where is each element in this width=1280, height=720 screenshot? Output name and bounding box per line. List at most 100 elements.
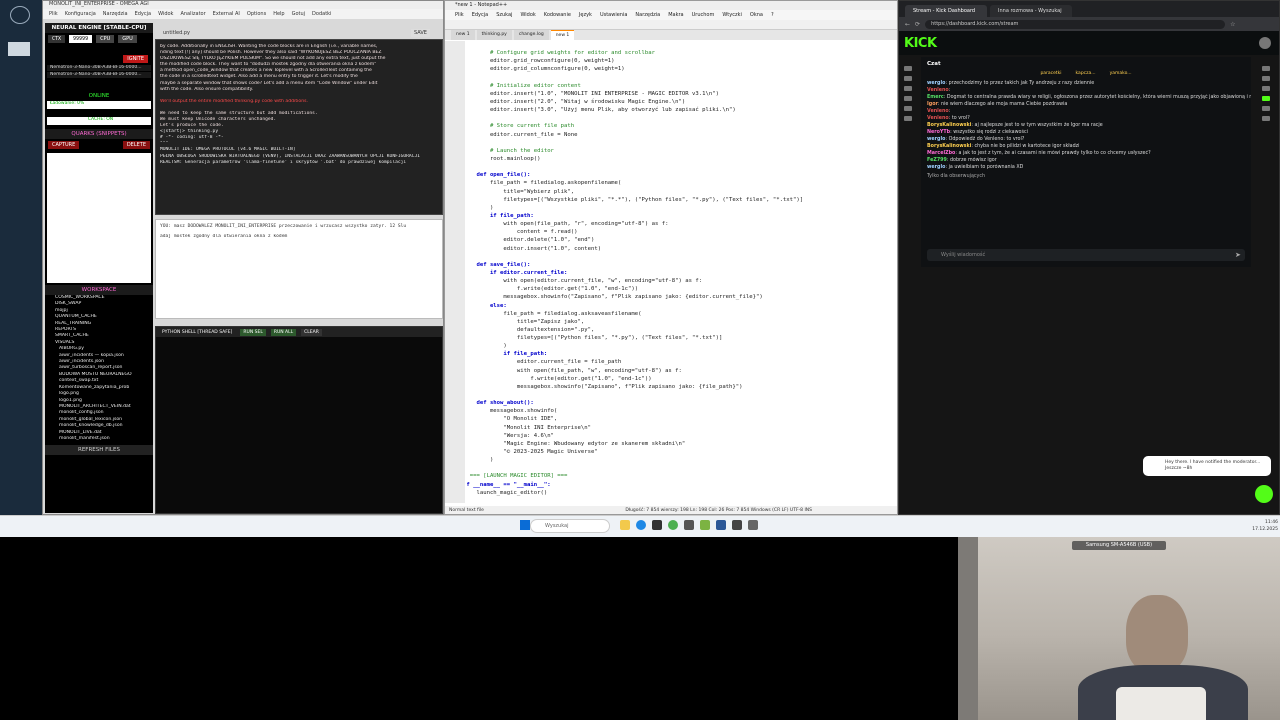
nav-chat-icon[interactable] <box>904 86 912 91</box>
clear-button[interactable]: CLEAR <box>301 328 322 336</box>
refresh-files-button[interactable]: REFRESH FILES <box>45 445 153 456</box>
menu-item[interactable]: Konfiguracja <box>65 11 96 17</box>
workspace-tree[interactable]: COSMIC_WORKSPACE DISK_SWAP mojpj QUANTUM_CA… <box>45 295 153 442</box>
cpu-toggle[interactable]: CPU <box>96 35 115 43</box>
notification-toast[interactable]: Hey there. I have notified the moderator… <box>1143 456 1271 476</box>
recycle-bin-icon[interactable] <box>10 6 30 24</box>
delete-button[interactable]: DELETE <box>122 141 150 149</box>
npp-menu-item[interactable]: ? <box>771 12 774 18</box>
chat-input[interactable]: Wyślij wiadomość <box>927 249 1245 261</box>
npp-tab[interactable]: new 1 <box>550 30 575 40</box>
menu-item[interactable]: Widok <box>158 11 173 17</box>
snippets-list[interactable] <box>47 153 151 283</box>
tool-icon[interactable] <box>1262 106 1270 111</box>
app-icon[interactable] <box>732 520 742 530</box>
npp-menu-item[interactable]: Język <box>579 12 592 18</box>
bookmark-star-icon[interactable]: ☆ <box>1230 21 1235 28</box>
menu-item[interactable]: Options <box>247 11 266 17</box>
chat-username[interactable]: Venleno <box>927 88 949 93</box>
chat-username[interactable]: BorysKalinowski <box>927 123 971 128</box>
workspace-item[interactable]: monolit_manifest.json <box>45 436 153 442</box>
app-icon[interactable] <box>748 520 758 530</box>
reload-icon[interactable]: ⟳ <box>915 21 920 28</box>
desktop-folder-icon[interactable] <box>8 42 30 56</box>
chat-username[interactable]: Venleno <box>927 116 949 121</box>
chat-username[interactable]: Emerc <box>927 95 944 100</box>
npp-tab[interactable]: new 1 <box>451 30 475 40</box>
menu-item[interactable]: Help <box>273 11 284 17</box>
edge-icon[interactable] <box>636 520 646 530</box>
python-shell[interactable]: PYTHON SHELL [THREAD SAFE] RUN SEL RUN A… <box>155 326 443 514</box>
npp-menu-item[interactable]: Kodowanie <box>544 12 571 18</box>
nav-community-icon[interactable] <box>904 96 912 101</box>
menu-item[interactable]: Narzędzia <box>103 11 128 17</box>
taskbar-search[interactable]: Wyszukaj <box>530 519 610 533</box>
npp-menu-item[interactable]: Widok <box>520 12 535 18</box>
npp-menu-item[interactable]: Plik <box>455 12 464 18</box>
chrome-icon[interactable] <box>668 520 678 530</box>
menu-item[interactable]: External AI <box>213 11 240 17</box>
notepadpp-icon[interactable] <box>700 520 710 530</box>
npp-tab[interactable]: thinking.py <box>476 30 512 40</box>
app-icon[interactable] <box>684 520 694 530</box>
browser-tab[interactable]: Stream - Kick Dashboard <box>905 5 987 17</box>
nav-analytics-icon[interactable] <box>904 106 912 111</box>
npp-menu-item[interactable]: Edycja <box>472 12 489 18</box>
chat-username[interactable]: werglo <box>927 165 945 170</box>
capture-button[interactable]: CAPTURE <box>48 141 80 149</box>
npp-menu-item[interactable]: Makra <box>668 12 683 18</box>
tool-icon[interactable] <box>1262 86 1270 91</box>
chat-username[interactable]: werglo <box>927 137 945 142</box>
chat-bubble-icon[interactable] <box>1255 485 1273 503</box>
nav-home-icon[interactable] <box>904 66 912 71</box>
avatar[interactable] <box>1259 37 1271 49</box>
menu-item[interactable]: Gotuj <box>292 11 305 17</box>
menu-item[interactable]: Edycja <box>135 11 152 17</box>
system-tray[interactable]: 11:46 17.12.2025 <box>1170 519 1278 533</box>
tool-icon[interactable] <box>1262 76 1270 81</box>
back-icon[interactable]: ← <box>905 21 910 28</box>
menu-item[interactable]: Dodatki <box>312 11 331 17</box>
menu-item[interactable]: Analizator <box>180 11 205 17</box>
tool-icon[interactable] <box>1262 116 1270 121</box>
npp-toolbar[interactable] <box>445 20 897 30</box>
run-sel-button[interactable]: RUN SEL <box>240 328 266 336</box>
ai-response-area[interactable]: by code. Additionally in ENGLISH. Wantin… <box>155 39 443 215</box>
kick-logo[interactable]: KICK <box>904 36 937 51</box>
terminal-icon[interactable] <box>652 520 662 530</box>
chat-username[interactable]: Venleno <box>927 109 949 114</box>
npp-menu-item[interactable]: Okna <box>750 12 763 18</box>
chat-username[interactable]: MarcelZbo <box>927 151 955 156</box>
ctx-input[interactable]: 99999 <box>69 35 93 43</box>
gpu-toggle[interactable]: GPU <box>118 35 137 43</box>
nav-stream-icon[interactable] <box>904 76 912 81</box>
send-icon[interactable]: ➤ <box>1235 251 1241 259</box>
npp-tab[interactable]: change.log <box>513 30 549 40</box>
chat-username[interactable]: Igor <box>927 102 938 107</box>
save-button[interactable]: SAVE <box>411 29 430 37</box>
ignite-button[interactable]: IGNITE <box>123 55 148 63</box>
model-line[interactable]: Nemotron-3-Nano-30B-A3B-BF16-0000... <box>47 72 151 78</box>
npp-menu-item[interactable]: Szukaj <box>496 12 512 18</box>
code-editor[interactable]: 143144 # Configure grid weights for edit… <box>467 41 897 503</box>
npp-menu-item[interactable]: Wtyczki <box>722 12 742 18</box>
url-input[interactable]: https://dashboard.kick.com/stream <box>925 19 1226 29</box>
model-line[interactable]: Nemotron-3-Nano-30B-A3B-BF16-0000... <box>47 65 151 71</box>
chat-username[interactable]: NeroYTb <box>927 130 950 135</box>
run-all-button[interactable]: RUN ALL <box>270 328 297 336</box>
explorer-icon[interactable] <box>620 520 630 530</box>
chat-username[interactable]: BorysKalinowski <box>927 144 971 149</box>
prompt-input[interactable]: YOU: masz DODOWALEZ MONOLIT_INI_ENTERPRI… <box>155 219 443 319</box>
npp-menu-item[interactable]: Ustawienia <box>600 12 627 18</box>
chat-username[interactable]: FeZ799 <box>927 158 947 163</box>
active-tool-icon[interactable] <box>1262 96 1270 101</box>
browser-tab[interactable]: Inna rozmowa - Wyszukaj <box>990 5 1072 17</box>
menu-item[interactable]: Plik <box>49 11 58 17</box>
app-icon[interactable] <box>716 520 726 530</box>
start-icon[interactable] <box>520 520 530 530</box>
npp-menu-item[interactable]: Uruchom <box>692 12 715 18</box>
npp-menu-item[interactable]: Narzędzia <box>635 12 660 18</box>
tool-icon[interactable] <box>1262 66 1270 71</box>
nav-settings-icon[interactable] <box>904 116 912 121</box>
chat-username[interactable]: werglo <box>927 81 945 86</box>
